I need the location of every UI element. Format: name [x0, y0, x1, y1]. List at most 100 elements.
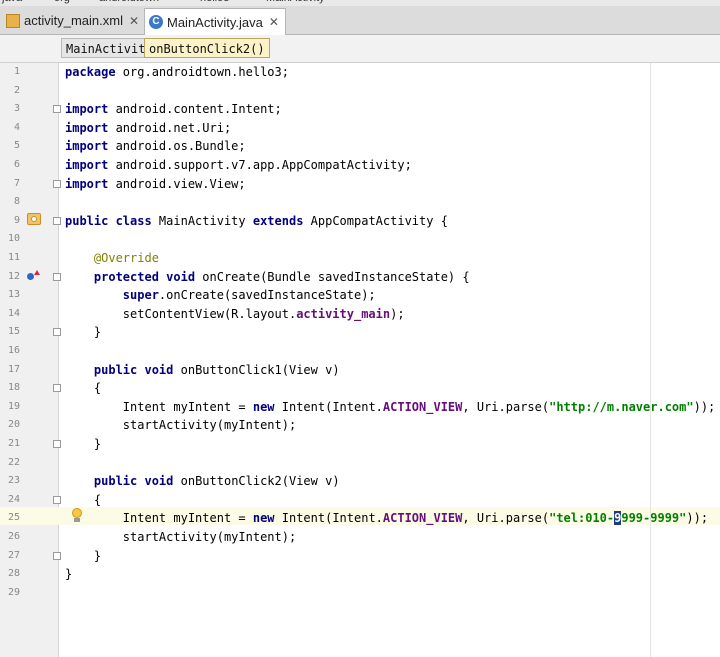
override-method-icon[interactable] — [27, 270, 40, 282]
code-token: Intent(Intent. — [274, 399, 383, 414]
line-number: 10 — [7, 233, 20, 245]
code-line[interactable]: package org.androidtown.hello3; — [65, 63, 289, 81]
code-token: android.net.Uri; — [108, 120, 232, 135]
line-number: 16 — [7, 345, 20, 356]
code-line[interactable]: import android.net.Uri; — [65, 119, 231, 137]
line-number: 21 — [7, 438, 20, 449]
code-token: import — [65, 139, 109, 154]
code-line[interactable]: public class MainActivity extends AppCom… — [65, 212, 448, 230]
code-token: MainActivity — [151, 213, 253, 228]
code-line[interactable]: public void onButtonClick2(View v) — [65, 472, 340, 490]
line-number: 14 — [7, 307, 20, 319]
code-token: android.os.Bundle; — [108, 139, 246, 154]
code-token: } — [65, 437, 102, 451]
code-line[interactable]: import android.support.v7.app.AppCompatA… — [65, 156, 412, 174]
fold-toggle-icon[interactable] — [53, 384, 61, 393]
fold-toggle-icon[interactable] — [53, 272, 61, 281]
code-token: import — [65, 120, 109, 135]
code-token: android.support.v7.app.AppCompatActivity… — [108, 158, 412, 172]
fold-toggle-icon[interactable] — [53, 440, 61, 448]
code-token: package — [65, 65, 116, 79]
code-token: )); — [693, 399, 716, 414]
code-token: new — [252, 511, 275, 526]
fold-toggle-icon[interactable] — [53, 551, 61, 560]
code-token: .onCreate(savedInstanceState); — [158, 288, 376, 303]
run-class-icon[interactable] — [27, 213, 41, 225]
code-token: Intent(Intent. — [274, 511, 383, 526]
line-number: 18 — [7, 382, 20, 394]
code-line[interactable]: import android.os.Bundle; — [65, 137, 246, 155]
code-line[interactable]: } — [65, 565, 72, 583]
code-line[interactable]: super.onCreate(savedInstanceState); — [65, 286, 376, 304]
code-token: public class — [65, 213, 152, 228]
code-token: { — [65, 492, 102, 507]
code-line[interactable]: startActivity(myIntent); — [65, 528, 296, 546]
code-token: activity_main — [296, 306, 391, 321]
code-token: ); — [390, 306, 405, 321]
code-token: android.view.View; — [108, 176, 246, 191]
code-token: extends — [252, 213, 304, 228]
code-token: onButtonClick2(View v) — [173, 474, 340, 489]
code-token: @Override — [93, 251, 159, 265]
code-token: android.content.Intent; — [108, 102, 282, 117]
editor-tab-strip: activity_main.xml ✕ C MainActivity.java … — [0, 6, 720, 35]
code-token: setContentView(R.layout. — [65, 306, 297, 321]
lightbulb-intention-icon[interactable] — [72, 508, 82, 523]
fold-toggle-icon[interactable] — [53, 179, 61, 188]
line-number: 6 — [13, 159, 20, 170]
code-line[interactable]: startActivity(myIntent); — [65, 416, 296, 434]
code-line[interactable]: { — [65, 379, 101, 397]
code-token: onButtonClick1(View v) — [173, 362, 340, 377]
line-number: 5 — [13, 140, 20, 152]
code-token: Intent myIntent = — [65, 399, 253, 414]
code-line[interactable]: } — [65, 435, 101, 453]
code-line[interactable]: } — [65, 323, 101, 341]
code-token: protected void — [93, 269, 196, 284]
breadcrumb-item[interactable]: org — [54, 0, 70, 4]
fold-toggle-icon[interactable] — [53, 495, 61, 504]
breadcrumb-item[interactable]: androidtown — [99, 0, 159, 4]
code-token: import — [65, 158, 109, 172]
line-number: 3 — [13, 103, 20, 115]
tab-label: MainActivity.java — [167, 14, 263, 30]
fold-toggle-icon[interactable] — [53, 105, 61, 114]
close-icon[interactable]: ✕ — [129, 14, 139, 28]
code-line[interactable]: public void onButtonClick1(View v) — [65, 361, 340, 379]
java-class-icon: C — [149, 15, 163, 29]
line-number: 13 — [7, 289, 20, 301]
right-margin-guide — [650, 63, 651, 657]
code-token: public void — [93, 362, 174, 377]
fold-toggle-icon[interactable] — [53, 328, 61, 337]
code-line[interactable]: @Override — [65, 249, 159, 267]
code-line[interactable]: setContentView(R.layout.activity_main); — [65, 305, 405, 323]
code-line[interactable]: import android.content.Intent; — [65, 100, 282, 118]
breadcrumb-item[interactable]: hello3 — [200, 0, 229, 4]
breadcrumb-item[interactable]: MainActivity — [266, 0, 325, 4]
code-token: "http://m.naver.com" — [549, 399, 694, 414]
code-line[interactable]: Intent myIntent = new Intent(Intent.ACTI… — [65, 398, 715, 416]
close-icon[interactable]: ✕ — [269, 15, 279, 29]
method-crumb-button[interactable]: onButtonClick2() — [144, 38, 270, 58]
code-line[interactable]: protected void onCreate(Bundle savedInst… — [65, 268, 470, 286]
fold-toggle-icon[interactable] — [53, 216, 61, 225]
tab-activity-main-xml[interactable]: activity_main.xml ✕ — [2, 8, 145, 33]
code-token: , Uri.parse( — [462, 511, 550, 526]
line-number: 12 — [7, 270, 20, 282]
breadcrumb-item[interactable]: java — [2, 0, 22, 4]
line-number: 17 — [7, 363, 20, 375]
code-line[interactable]: { — [65, 491, 101, 509]
tab-main-activity-java[interactable]: C MainActivity.java ✕ — [144, 8, 286, 35]
line-number: 25 — [7, 512, 20, 524]
line-number: 28 — [7, 568, 20, 580]
code-token: )); — [686, 511, 709, 526]
code-token: startActivity(myIntent); — [65, 530, 297, 544]
line-number: 9 — [13, 214, 20, 226]
code-line[interactable]: } — [65, 547, 101, 565]
code-token: startActivity(myIntent); — [65, 418, 297, 433]
line-number: 15 — [7, 326, 20, 338]
code-line[interactable]: Intent myIntent = new Intent(Intent.ACTI… — [65, 509, 708, 527]
code-line[interactable]: import android.view.View; — [65, 175, 246, 193]
line-number: 24 — [7, 493, 20, 505]
